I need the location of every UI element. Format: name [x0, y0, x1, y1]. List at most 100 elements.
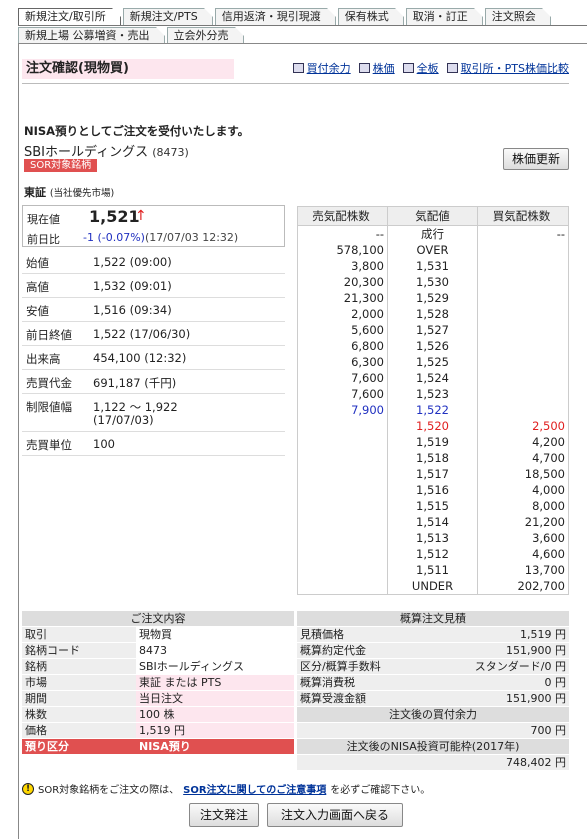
- order-book-row: 578,100 OVER: [298, 242, 568, 258]
- info-row: 売買単位 100: [22, 432, 285, 456]
- info-label: 高値: [26, 280, 49, 294]
- back-to-input-button[interactable]: 注文入力画面へ戻る: [267, 803, 403, 827]
- order-detail-value: 8473: [139, 644, 167, 657]
- tab-new-order-pts[interactable]: 新規注文/PTS: [122, 8, 213, 25]
- quote-price: 1,531: [388, 258, 478, 274]
- sell-qty: 20,300: [298, 274, 388, 290]
- quote-price: 1,522: [388, 402, 478, 418]
- sell-qty: [298, 498, 388, 514]
- buying-power-value: 700 円: [297, 723, 569, 738]
- link-quote[interactable]: 株価: [358, 60, 395, 76]
- order-book-row: 1,511 13,700: [298, 562, 568, 578]
- order-book-row: 7,600 1,523: [298, 386, 568, 402]
- order-details: ご注文内容 取引 現物買 銘柄コード 8473 銘柄 SBIホールディングス 市場 東証 また…: [22, 611, 294, 755]
- link-label: 全板: [416, 62, 439, 75]
- info-label: 始値: [26, 256, 49, 270]
- quote-price: OVER: [388, 242, 478, 258]
- tab-new-order-exchange[interactable]: 新規注文/取引所: [18, 8, 121, 25]
- tab-divider: [18, 25, 587, 26]
- sell-qty: 6,300: [298, 354, 388, 370]
- left-border: [18, 43, 19, 839]
- info-row: 出来高 454,100 (12:32): [22, 346, 285, 370]
- info-label: 安値: [26, 304, 49, 318]
- order-detail-value: 東証 または PTS: [136, 675, 294, 690]
- sor-note: ! SOR対象銘柄をご注文の際は、 SOR注文に関してのご注意事項 を必ずご確認下さ…: [22, 781, 430, 796]
- sell-qty: 3,800: [298, 258, 388, 274]
- estimate-label: 概算約定代金: [297, 643, 429, 658]
- info-row: 制限値幅 1,122 ～ 1,922 (17/07/03): [22, 394, 285, 432]
- estimate-row: 概算約定代金 151,900 円: [297, 643, 569, 659]
- order-detail-row: 銘柄 SBIホールディングス: [22, 659, 294, 675]
- info-label: 売買代金: [26, 376, 72, 390]
- link-full-board[interactable]: 全板: [402, 60, 439, 76]
- order-book-row: 7,900 1,522: [298, 402, 568, 418]
- sell-qty: 578,100: [298, 242, 388, 258]
- sell-qty: [298, 482, 388, 498]
- info-value: 1,516 (09:34): [93, 303, 172, 317]
- tab-cancel-modify[interactable]: 取消・訂正: [405, 8, 483, 25]
- estimate-value: スタンダード/0 円: [429, 659, 569, 674]
- tab-ipo[interactable]: 新規上場 公募増資・売出: [18, 27, 165, 43]
- price-change: -1 (-0.07%): [83, 231, 145, 244]
- estimate-label: 概算消費税: [297, 675, 429, 690]
- order-book: 売気配株数 気配値 買気配株数 -- 成行 -- 578,100 OVER 3,800 1,…: [297, 206, 569, 595]
- page-title: 注文確認(現物買): [22, 59, 234, 79]
- quote-price: 1,511: [388, 562, 478, 578]
- info-row: 売買代金 691,187 (千円): [22, 370, 285, 394]
- buy-qty: 8,000: [532, 499, 565, 513]
- sor-caution-link[interactable]: SOR注文に関してのご注意事項: [183, 781, 326, 796]
- buy-qty-header: 買気配株数: [492, 209, 551, 223]
- estimate-row: 概算受渡金額 151,900 円: [297, 691, 569, 707]
- note-text: を必ずご確認下さい。: [330, 785, 431, 796]
- refresh-price-button[interactable]: 株価更新: [503, 148, 569, 170]
- quote-header: 気配値: [388, 207, 478, 225]
- sell-qty: 2,000: [298, 306, 388, 322]
- window-icon: [402, 63, 414, 73]
- info-label: 売買単位: [26, 438, 72, 452]
- order-book-row: 1,518 4,700: [298, 450, 568, 466]
- estimate-label: 概算受渡金額: [297, 691, 429, 706]
- order-book-row: 5,600 1,527: [298, 322, 568, 338]
- estimate-rows: 見積価格 1,519 円概算約定代金 151,900 円区分/概算手数料 スタンダード…: [297, 627, 569, 707]
- order-book-row: 1,519 4,200: [298, 434, 568, 450]
- tab-holdings[interactable]: 保有株式: [337, 8, 404, 25]
- buy-qty: [478, 306, 568, 322]
- tab-off-floor[interactable]: 立会外分売: [166, 27, 244, 43]
- quote-price: 1,512: [388, 546, 478, 562]
- estimate-row: 区分/概算手数料 スタンダード/0 円: [297, 659, 569, 675]
- sor-badge: SOR対象銘柄: [24, 159, 98, 172]
- order-detail-value: 1,519 円: [136, 723, 294, 738]
- estimate-row: 見積価格 1,519 円: [297, 627, 569, 643]
- link-label: 取引所・PTS株価比較: [460, 62, 569, 75]
- quote-price: 1,523: [388, 386, 478, 402]
- buy-qty: 13,700: [524, 563, 565, 577]
- change-label: 前日比: [27, 233, 60, 246]
- estimate-label: 区分/概算手数料: [297, 659, 429, 674]
- info-value-date: (17/07/03): [93, 413, 154, 427]
- link-price-compare[interactable]: 取引所・PTS株価比較: [446, 60, 569, 76]
- order-book-row: 1,516 4,000: [298, 482, 568, 498]
- buy-qty: 18,500: [524, 467, 565, 481]
- order-book-row: UNDER 202,700: [298, 578, 568, 594]
- nisa-limit-value: 748,402 円: [297, 755, 569, 770]
- warning-icon: !: [22, 782, 34, 795]
- buy-qty: [478, 370, 568, 386]
- info-value: 1,532 (09:01): [93, 279, 172, 293]
- sell-qty: [298, 578, 388, 594]
- buy-qty: 4,700: [532, 451, 565, 465]
- order-detail-label: 価格: [22, 723, 136, 738]
- market-note: (当社優先市場): [49, 188, 115, 199]
- quote-price: 1,525: [388, 354, 478, 370]
- order-book-row: 6,800 1,526: [298, 338, 568, 354]
- buy-qty: 21,200: [524, 515, 565, 529]
- order-book-row: 7,600 1,524: [298, 370, 568, 386]
- tab-margin-close[interactable]: 信用返済・現引現渡: [214, 8, 336, 25]
- estimate-title: 概算注文見積: [297, 611, 569, 627]
- quote-price: 1,518: [388, 450, 478, 466]
- submit-order-button[interactable]: 注文発注: [189, 803, 259, 827]
- quote-price: 1,513: [388, 530, 478, 546]
- order-detail-label: 預り区分: [22, 739, 136, 754]
- tab-order-inquiry[interactable]: 注文照会: [484, 8, 551, 25]
- buy-qty: [478, 386, 568, 402]
- link-buying-power[interactable]: 買付余力: [292, 60, 351, 76]
